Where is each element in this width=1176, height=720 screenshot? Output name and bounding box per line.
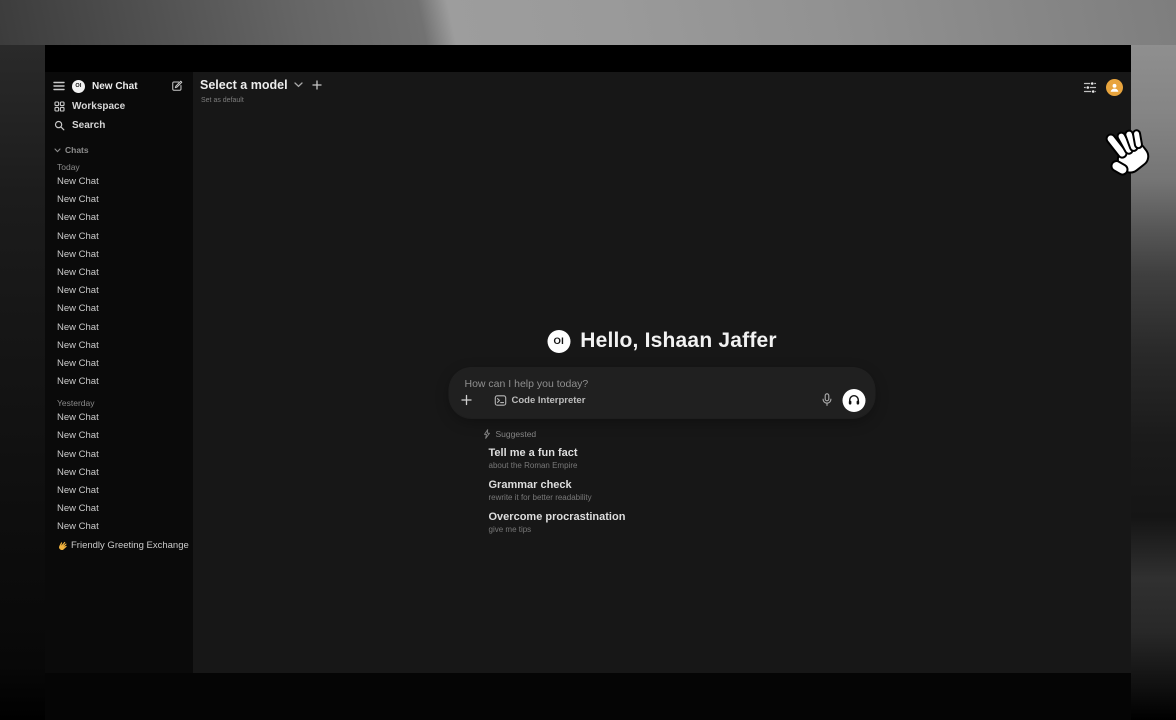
- chat-item[interactable]: New Chat: [45, 446, 193, 464]
- chat-group-today: Today: [45, 161, 193, 173]
- prompt-subtitle: give me tips: [489, 525, 875, 535]
- app-titlebar: [45, 45, 1131, 72]
- voice-input-button[interactable]: [822, 393, 833, 407]
- sidebar-nav: Workspace Search: [45, 97, 193, 135]
- chat-group-yesterday: Yesterday: [45, 397, 193, 409]
- microphone-icon: [822, 393, 833, 407]
- sidebar-title: New Chat: [92, 81, 164, 92]
- desktop: OI New Chat: [0, 0, 1176, 720]
- code-interpreter-label: Code Interpreter: [512, 395, 586, 406]
- sidebar: OI New Chat: [45, 72, 193, 673]
- chat-item[interactable]: New Chat: [45, 355, 193, 373]
- chat-item-label: Friendly Greeting Exchange: [71, 537, 189, 555]
- prompt-list: Tell me a fun fact about the Roman Empir…: [484, 447, 875, 535]
- app-logo: OI: [547, 330, 570, 353]
- plus-icon: [461, 394, 473, 406]
- set-default-link[interactable]: Set as default: [201, 97, 244, 104]
- workspace-grid-icon: [54, 101, 65, 112]
- greeting-row: OI Hello, Ishaan Jaffer: [450, 329, 875, 353]
- suggested-prompt[interactable]: Overcome procrastination give me tips: [489, 511, 875, 535]
- input-toolbar: Code Interpreter: [461, 388, 866, 412]
- plus-icon[interactable]: [312, 80, 322, 90]
- hamburger-icon: [53, 81, 65, 91]
- model-selector-label: Select a model: [200, 78, 288, 92]
- header-controls: [1083, 79, 1123, 96]
- prompt-title: Tell me a fun fact: [489, 447, 875, 460]
- controls-button[interactable]: [1083, 81, 1097, 94]
- pencil-square-icon: [171, 80, 183, 92]
- chat-item[interactable]: New Chat: [45, 264, 193, 282]
- chat-list-yesterday: New ChatNew ChatNew ChatNew ChatNew Chat…: [45, 409, 193, 536]
- search-label: Search: [72, 120, 105, 131]
- new-chat-button[interactable]: [171, 80, 183, 92]
- message-input[interactable]: How can I help you today?: [450, 368, 875, 418]
- chat-item[interactable]: New Chat: [45, 373, 193, 391]
- chats-section-label: Chats: [65, 145, 89, 155]
- suggested-section: Suggested Tell me a fun fact about the R…: [450, 428, 875, 535]
- chat-item[interactable]: New Chat: [45, 518, 193, 536]
- prompt-title: Overcome procrastination: [489, 511, 875, 524]
- sidebar-item-workspace[interactable]: Workspace: [45, 97, 193, 116]
- terminal-icon: [495, 395, 507, 406]
- app-logo: OI: [72, 80, 85, 93]
- suggested-label: Suggested: [496, 429, 537, 439]
- bolt-icon: [484, 429, 491, 439]
- waving-hand-icon: [57, 541, 67, 551]
- chat-item[interactable]: New Chat: [45, 337, 193, 355]
- chat-item[interactable]: New Chat: [45, 409, 193, 427]
- app-window: OI New Chat: [45, 45, 1131, 673]
- main-area: Select a model Set as default: [193, 72, 1131, 673]
- chat-item[interactable]: New Chat: [45, 173, 193, 191]
- wallpaper-left: [0, 45, 45, 720]
- search-icon: [54, 120, 65, 131]
- chat-item[interactable]: New Chat: [45, 191, 193, 209]
- chats-section-toggle[interactable]: Chats: [45, 144, 193, 156]
- chat-item[interactable]: New Chat: [45, 427, 193, 445]
- greeting-text: Hello, Ishaan Jaffer: [580, 329, 777, 353]
- chat-item-named[interactable]: Friendly Greeting Exchange: [45, 537, 193, 555]
- sidebar-header: OI New Chat: [45, 72, 193, 94]
- chat-item[interactable]: New Chat: [45, 282, 193, 300]
- chat-item[interactable]: New Chat: [45, 228, 193, 246]
- suggested-prompt[interactable]: Tell me a fun fact about the Roman Empir…: [489, 447, 875, 471]
- code-interpreter-toggle[interactable]: Code Interpreter: [495, 395, 586, 406]
- wallpaper-top: [0, 0, 1176, 45]
- model-selector[interactable]: Select a model: [200, 78, 322, 92]
- prompt-subtitle: rewrite it for better readability: [489, 493, 875, 503]
- sliders-icon: [1083, 81, 1097, 94]
- chevron-down-icon: [54, 148, 61, 153]
- chat-item[interactable]: New Chat: [45, 464, 193, 482]
- headphones-icon: [848, 394, 861, 406]
- user-silhouette-icon: [1109, 82, 1120, 93]
- prompt-subtitle: about the Roman Empire: [489, 461, 875, 471]
- user-avatar[interactable]: [1106, 79, 1123, 96]
- chat-item[interactable]: New Chat: [45, 482, 193, 500]
- suggested-header: Suggested: [484, 428, 875, 440]
- chat-item[interactable]: New Chat: [45, 246, 193, 264]
- sidebar-item-search[interactable]: Search: [45, 116, 193, 135]
- call-button[interactable]: [843, 389, 866, 412]
- chat-list-today: New ChatNew ChatNew ChatNew ChatNew Chat…: [45, 173, 193, 391]
- attach-button[interactable]: [461, 394, 473, 406]
- prompt-title: Grammar check: [489, 479, 875, 492]
- chat-item[interactable]: New Chat: [45, 300, 193, 318]
- home-content: OI Hello, Ishaan Jaffer How can I help y…: [450, 329, 875, 543]
- chat-item[interactable]: New Chat: [45, 500, 193, 518]
- wallpaper-right: [1131, 45, 1176, 720]
- chat-item[interactable]: New Chat: [45, 209, 193, 227]
- chat-item[interactable]: New Chat: [45, 319, 193, 337]
- sidebar-toggle-button[interactable]: [53, 81, 65, 91]
- suggested-prompt[interactable]: Grammar check rewrite it for better read…: [489, 479, 875, 503]
- workspace-label: Workspace: [72, 101, 125, 112]
- chevron-down-icon: [294, 82, 303, 88]
